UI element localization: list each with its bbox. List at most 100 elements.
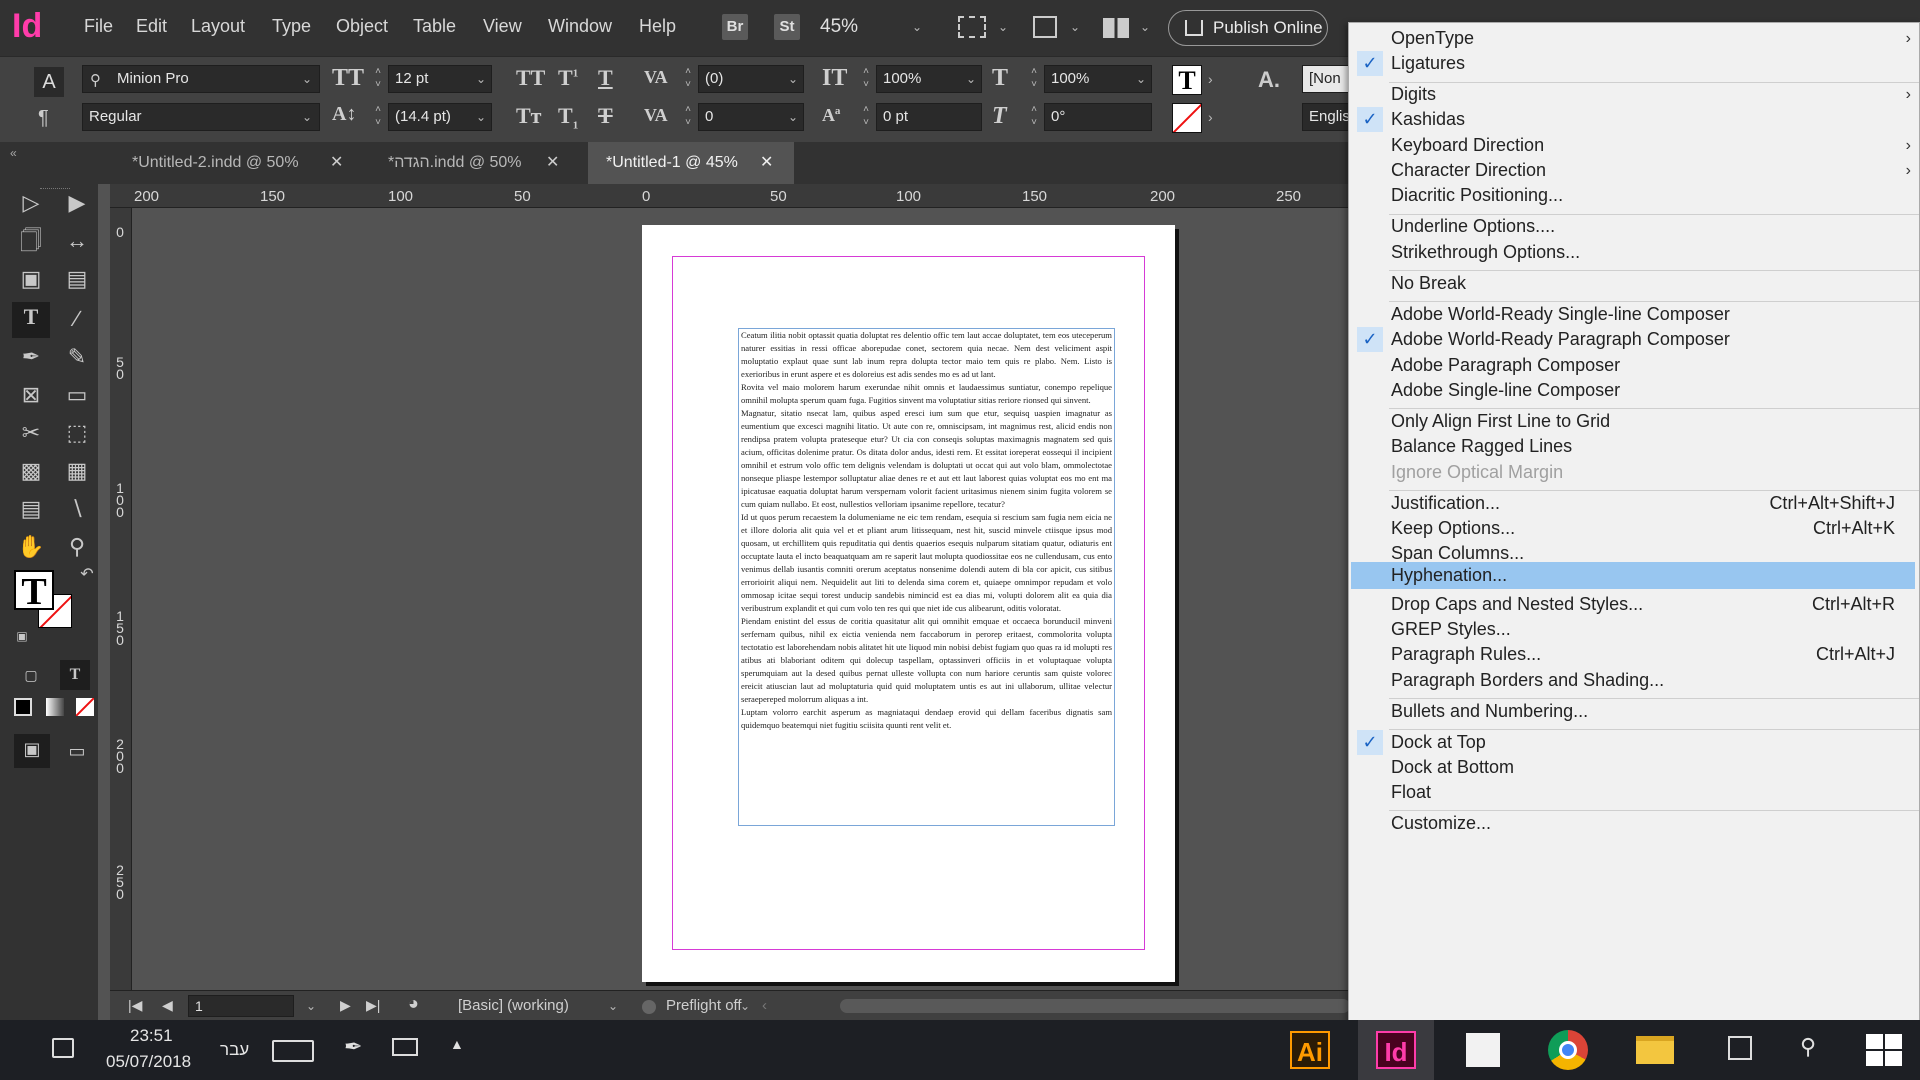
chevron-down-icon[interactable]: ⌄ — [1140, 20, 1150, 34]
apply-gradient-icon[interactable] — [46, 698, 64, 716]
rectangle-icon[interactable]: ▭ — [62, 380, 92, 410]
chevron-down-icon[interactable]: ⌄ — [998, 20, 1008, 34]
text-format-icon[interactable]: T — [60, 660, 90, 690]
touch-keyboard-icon[interactable] — [272, 1040, 314, 1062]
menu-item-ligatures[interactable]: ✓ Ligatures — [1349, 48, 1920, 79]
taskbar-indesign[interactable]: Id — [1358, 1020, 1434, 1080]
pen-workspace-icon[interactable]: ✒ — [344, 1034, 362, 1060]
chevron-down-icon[interactable]: ⌄ — [476, 110, 486, 124]
vertical-scale-stepper[interactable]: ˄ ˅ — [858, 65, 874, 93]
show-hidden-icons[interactable]: ▲ — [450, 1036, 464, 1052]
content-collector-icon[interactable]: ▣ — [16, 264, 46, 294]
zoom-level[interactable]: 45% — [820, 16, 858, 38]
menu-help[interactable]: Help — [639, 16, 676, 37]
gradient-swatch-icon[interactable]: ▩ — [16, 456, 46, 486]
horizontal-scale-stepper[interactable]: ˄ ˅ — [1026, 65, 1042, 93]
apply-color-icon[interactable] — [14, 698, 32, 716]
taskbar-sticky-notes[interactable] — [1444, 1020, 1520, 1080]
underline-icon[interactable]: T — [598, 65, 613, 91]
page-number-field[interactable]: 1 — [188, 995, 294, 1017]
line-icon[interactable]: ∕ — [62, 304, 92, 334]
chevron-down-icon[interactable]: ⌄ — [302, 110, 312, 124]
chevron-right-icon[interactable]: › — [1208, 71, 1213, 87]
selection-icon[interactable]: ▷ — [16, 188, 46, 218]
first-page-icon[interactable]: |◀ — [128, 997, 142, 1014]
container-format-icon[interactable]: ▢ — [16, 660, 46, 690]
type-icon[interactable]: T — [12, 302, 50, 338]
gradient-feather-icon[interactable]: ▦ — [62, 456, 92, 486]
eyedropper-icon[interactable]: ∖ — [62, 494, 92, 524]
scroll-left-icon[interactable]: ‹ — [762, 997, 767, 1014]
menu-item-float[interactable]: Float — [1349, 777, 1920, 808]
small-caps-icon[interactable]: Tт — [516, 103, 541, 129]
rectangle-frame-icon[interactable]: ⊠ — [16, 380, 46, 410]
menu-file[interactable]: File — [84, 16, 113, 37]
font-style-field[interactable]: Regular — [82, 103, 320, 131]
last-page-icon[interactable]: ▶| — [366, 997, 380, 1014]
body-paragraph[interactable]: Luptam volorro earchit asperum as magnia… — [739, 706, 1114, 732]
baseline-shift-field[interactable]: 0 pt — [876, 103, 982, 131]
menu-window[interactable]: Window — [548, 16, 612, 37]
menu-object[interactable]: Object — [336, 16, 388, 37]
close-icon[interactable]: ✕ — [546, 142, 559, 184]
document-view-icon[interactable]: ◕ — [408, 993, 419, 1014]
menu-item-customize[interactable]: Customize... — [1349, 808, 1920, 839]
menu-type[interactable]: Type — [272, 16, 311, 37]
notification-center-icon[interactable] — [52, 1038, 74, 1058]
skew-field[interactable]: 0° — [1044, 103, 1152, 131]
chevron-down-icon[interactable]: ⌄ — [1070, 20, 1080, 34]
hand-icon[interactable]: ✋ — [16, 532, 46, 562]
chevron-down-icon[interactable]: ⌄ — [788, 110, 798, 124]
pen-icon[interactable]: ✒ — [16, 342, 46, 372]
scissors-icon[interactable]: ✂ — [16, 418, 46, 448]
free-transform-icon[interactable]: ⬚ — [62, 418, 92, 448]
previous-page-icon[interactable]: ◀ — [162, 997, 173, 1014]
strikethrough-icon[interactable]: T — [598, 103, 613, 129]
zoom-icon[interactable]: ⚲ — [62, 532, 92, 562]
body-paragraph[interactable]: Magnatur, sitatio nsecat lam, quibus asp… — [739, 407, 1114, 511]
chevron-down-icon[interactable]: ⌄ — [608, 999, 618, 1013]
menu-view[interactable]: View — [483, 16, 522, 37]
pencil-icon[interactable]: ✎ — [62, 342, 92, 372]
character-formatting-icon[interactable]: A — [34, 67, 64, 97]
menu-item-strikethrough-options[interactable]: Strikethrough Options... — [1349, 237, 1920, 268]
font-size-stepper[interactable]: ˄ ˅ — [370, 65, 386, 93]
windows-start-icon[interactable] — [1866, 1034, 1902, 1066]
taskbar-illustrator[interactable]: Ai — [1272, 1020, 1348, 1080]
tab-untitled-2[interactable]: *Untitled-2.indd @ 50% — [114, 142, 360, 184]
swap-fill-stroke-icon[interactable]: ↶ — [72, 560, 102, 590]
view-options-icon[interactable] — [1033, 16, 1057, 38]
screen-mode-icon[interactable] — [958, 16, 986, 38]
leading-stepper[interactable]: ˄ ˅ — [370, 103, 386, 131]
body-paragraph[interactable]: Id ut quos perum recaestem la dolumeniam… — [739, 511, 1114, 615]
direct-selection-icon[interactable]: ▶ — [62, 188, 92, 218]
horizontal-scrollbar[interactable] — [840, 999, 1350, 1013]
menu-layout[interactable]: Layout — [191, 16, 245, 37]
menu-item-no-break[interactable]: No Break — [1349, 268, 1920, 299]
chevron-down-icon[interactable]: ⌄ — [788, 72, 798, 86]
menu-item-hyphenation[interactable]: Hyphenation... — [1351, 562, 1915, 589]
subscript-icon[interactable]: T1 — [558, 103, 578, 131]
skew-stepper[interactable]: ˄ ˅ — [1026, 103, 1042, 131]
chevron-down-icon[interactable]: ⌄ — [1136, 72, 1146, 86]
chevron-down-icon[interactable]: ⌄ — [966, 72, 976, 86]
close-icon[interactable]: ✕ — [330, 142, 343, 184]
chevron-down-icon[interactable]: ⌄ — [740, 999, 750, 1013]
fill-stroke-swatch[interactable]: T — [14, 570, 72, 628]
body-paragraph[interactable]: Ceatum ilitia nobit optassit quatia dolu… — [739, 329, 1114, 381]
publish-online-button[interactable]: Publish Online — [1168, 10, 1328, 46]
chevron-down-icon[interactable]: ⌄ — [912, 20, 922, 34]
screen-mode-icon[interactable]: ▭ — [62, 736, 92, 766]
text-frame[interactable]: Ceatum ilitia nobit optassit quatia dolu… — [738, 328, 1115, 826]
collapse-panel-icon[interactable]: « — [10, 146, 17, 160]
close-icon[interactable]: ✕ — [760, 142, 773, 184]
apply-none-icon[interactable] — [76, 698, 94, 716]
search-icon[interactable]: ⚲ — [1800, 1034, 1816, 1060]
next-page-icon[interactable]: ▶ — [340, 997, 351, 1014]
all-caps-icon[interactable]: TT — [516, 65, 545, 91]
content-placer-icon[interactable]: ▤ — [62, 264, 92, 294]
input-language[interactable]: עבר — [220, 1040, 249, 1060]
kerning-stepper[interactable]: ˄ ˅ — [680, 65, 696, 93]
taskbar-chrome[interactable] — [1530, 1020, 1606, 1080]
chevron-down-icon[interactable]: ⌄ — [306, 999, 316, 1013]
